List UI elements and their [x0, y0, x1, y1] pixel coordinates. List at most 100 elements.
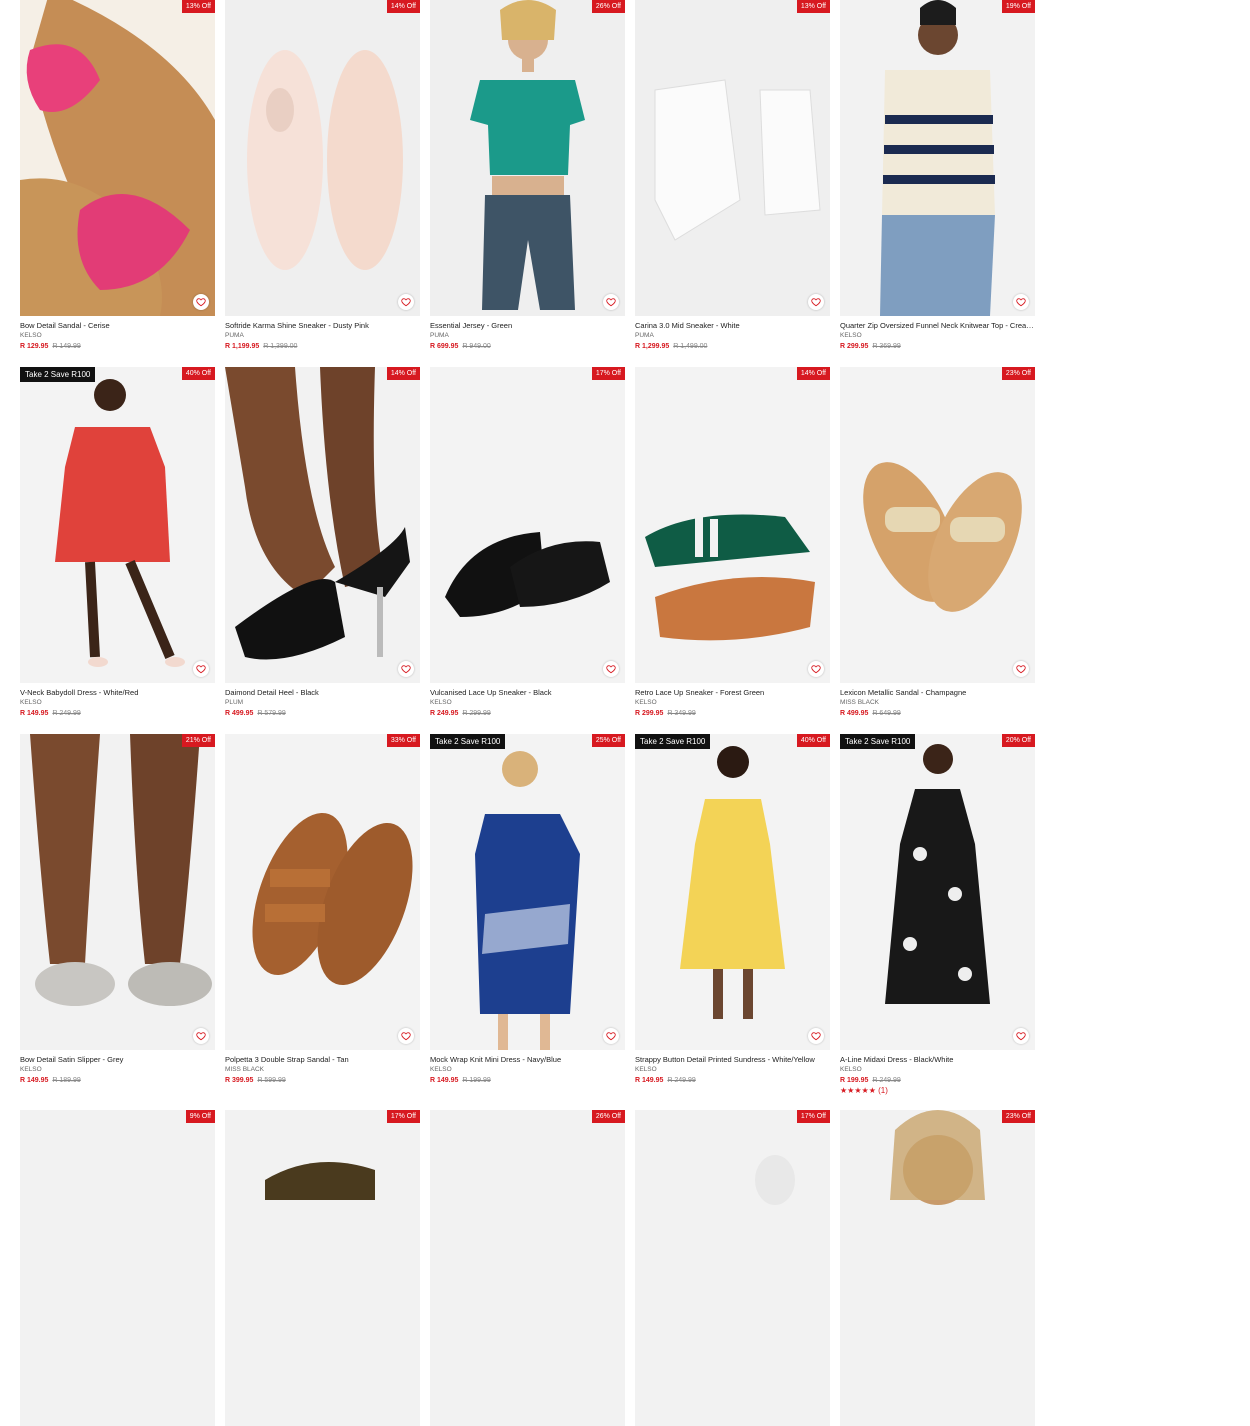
product-image-wrap[interactable]: 33% Off: [225, 734, 420, 1050]
heart-icon[interactable]: [1013, 661, 1029, 677]
product-image[interactable]: [840, 367, 1035, 683]
product-name[interactable]: Daimond Detail Heel - Black: [225, 688, 420, 698]
discount-badge: 17% Off: [796, 1110, 830, 1123]
product-card[interactable]: 17% Off: [225, 1110, 420, 1426]
product-card[interactable]: 14% Off Softride Karma Shine Sneaker - D…: [225, 0, 420, 367]
product-name[interactable]: V-Neck Babydoll Dress - White/Red: [20, 688, 215, 698]
product-info: Essential Jersey - Green PUMA R 699.95 R…: [430, 316, 625, 367]
heart-icon[interactable]: [808, 294, 824, 310]
product-image-wrap[interactable]: Take 2 Save R100 20% Off: [840, 734, 1035, 1050]
product-image-wrap[interactable]: 26% Off: [430, 1110, 625, 1426]
product-image[interactable]: [430, 0, 625, 316]
product-brand: KELSO: [430, 699, 452, 706]
product-image[interactable]: [20, 734, 215, 1050]
heart-icon[interactable]: [1013, 1028, 1029, 1044]
product-image[interactable]: [430, 367, 625, 683]
discount-badge: 25% Off: [591, 734, 625, 747]
product-card[interactable]: 14% Off Retro Lace Up Sneaker - Forest G…: [635, 367, 830, 734]
product-card[interactable]: 13% Off Bow Detail Sandal - Cerise KELSO…: [20, 0, 215, 367]
product-image-wrap[interactable]: 23% Off: [840, 1110, 1035, 1426]
heart-icon[interactable]: [808, 661, 824, 677]
product-name[interactable]: Essential Jersey - Green: [430, 321, 625, 331]
product-card[interactable]: 23% Off Lexicon Metallic Sandal - Champa…: [840, 367, 1035, 734]
product-image[interactable]: [430, 734, 625, 1050]
product-image[interactable]: [225, 734, 420, 1050]
product-image-wrap[interactable]: 23% Off: [840, 367, 1035, 683]
product-image[interactable]: [840, 0, 1035, 316]
product-image[interactable]: [20, 1110, 215, 1426]
product-image-wrap[interactable]: 14% Off: [225, 0, 420, 316]
product-image-wrap[interactable]: Take 2 Save R100 25% Off: [430, 734, 625, 1050]
product-card[interactable]: 14% Off Daimond Detail Heel - Black PLUM…: [225, 367, 420, 734]
product-image[interactable]: [635, 367, 830, 683]
product-image-wrap[interactable]: 26% Off: [430, 0, 625, 316]
product-name[interactable]: Strappy Button Detail Printed Sundress -…: [635, 1055, 830, 1065]
product-card[interactable]: 13% Off Carina 3.0 Mid Sneaker - White P…: [635, 0, 830, 367]
product-image-wrap[interactable]: 17% Off: [225, 1110, 420, 1426]
product-card[interactable]: 21% Off Bow Detail Satin Slipper - Grey …: [20, 734, 215, 1101]
product-image[interactable]: [225, 0, 420, 316]
product-image-wrap[interactable]: 13% Off: [20, 0, 215, 316]
product-name[interactable]: A-Line Midaxi Dress - Black/White: [840, 1055, 1035, 1065]
product-image[interactable]: [225, 367, 420, 683]
review-count[interactable]: (1): [878, 1086, 888, 1095]
heart-icon[interactable]: [193, 661, 209, 677]
heart-icon[interactable]: [603, 1028, 619, 1044]
product-name[interactable]: Retro Lace Up Sneaker - Forest Green: [635, 688, 830, 698]
product-image-wrap[interactable]: Take 2 Save R100 40% Off: [635, 734, 830, 1050]
product-image-wrap[interactable]: 9% Off: [20, 1110, 215, 1426]
heart-icon[interactable]: [398, 294, 414, 310]
product-card[interactable]: 26% Off: [430, 1110, 625, 1426]
heart-icon[interactable]: [603, 294, 619, 310]
product-card[interactable]: Take 2 Save R100 40% Off Strappy Button D…: [635, 734, 830, 1101]
product-name[interactable]: Bow Detail Sandal - Cerise: [20, 321, 215, 331]
product-image[interactable]: [840, 734, 1035, 1050]
product-name[interactable]: Softride Karma Shine Sneaker - Dusty Pin…: [225, 321, 420, 331]
product-card[interactable]: Take 2 Save R100 40% Off V-Neck Babydoll …: [20, 367, 215, 734]
product-name[interactable]: Bow Detail Satin Slipper - Grey: [20, 1055, 215, 1065]
product-image-wrap[interactable]: Take 2 Save R100 40% Off: [20, 367, 215, 683]
product-name[interactable]: Quarter Zip Oversized Funnel Neck Knitwe…: [840, 321, 1035, 331]
product-card[interactable]: 19% Off Quarter Zip Oversized Funnel Nec…: [840, 0, 1035, 367]
product-name[interactable]: Lexicon Metallic Sandal - Champagne: [840, 688, 1035, 698]
heart-icon[interactable]: [398, 661, 414, 677]
product-card[interactable]: 23% Off: [840, 1110, 1035, 1426]
product-image[interactable]: [635, 734, 830, 1050]
original-price: R 249.99: [52, 710, 81, 717]
product-name[interactable]: Polpetta 3 Double Strap Sandal - Tan: [225, 1055, 420, 1065]
product-card[interactable]: 26% Off Essential Jersey - Green PUMA R …: [430, 0, 625, 367]
product-image-wrap[interactable]: 17% Off: [635, 1110, 830, 1426]
product-image-wrap[interactable]: 19% Off: [840, 0, 1035, 316]
product-card[interactable]: Take 2 Save R100 20% Off A-Line Midaxi Dr…: [840, 734, 1035, 1101]
heart-icon[interactable]: [808, 1028, 824, 1044]
product-image-wrap[interactable]: 13% Off: [635, 0, 830, 316]
product-card[interactable]: Take 2 Save R100 25% Off Mock Wrap Knit M…: [430, 734, 625, 1101]
product-image[interactable]: [635, 0, 830, 316]
product-image[interactable]: [20, 0, 215, 316]
product-image-wrap[interactable]: 14% Off: [635, 367, 830, 683]
product-brand: KELSO: [635, 1066, 657, 1073]
product-brand: PLUM: [225, 699, 244, 706]
product-name[interactable]: Vulcanised Lace Up Sneaker - Black: [430, 688, 625, 698]
current-price: R 499.95: [840, 710, 869, 717]
product-card[interactable]: 17% Off Vulcanised Lace Up Sneaker - Bla…: [430, 367, 625, 734]
heart-icon[interactable]: [1013, 294, 1029, 310]
product-card[interactable]: 9% Off: [20, 1110, 215, 1426]
heart-icon[interactable]: [603, 661, 619, 677]
product-card[interactable]: 33% Off Polpetta 3 Double Strap Sandal -…: [225, 734, 420, 1101]
product-image[interactable]: [430, 1110, 625, 1426]
product-image[interactable]: [20, 367, 215, 683]
heart-icon[interactable]: [193, 1028, 209, 1044]
heart-icon[interactable]: [193, 294, 209, 310]
product-image-wrap[interactable]: 21% Off: [20, 734, 215, 1050]
product-image-wrap[interactable]: 14% Off: [225, 367, 420, 683]
product-name[interactable]: Mock Wrap Knit Mini Dress - Navy/Blue: [430, 1055, 625, 1065]
product-image[interactable]: [635, 1110, 830, 1426]
product-card[interactable]: 17% Off: [635, 1110, 830, 1426]
product-price: R 199.95 R 249.99: [840, 1075, 1035, 1086]
product-image-wrap[interactable]: 17% Off: [430, 367, 625, 683]
product-name[interactable]: Carina 3.0 Mid Sneaker - White: [635, 321, 830, 331]
heart-icon[interactable]: [398, 1028, 414, 1044]
product-image[interactable]: [840, 1110, 1035, 1426]
product-image[interactable]: [225, 1110, 420, 1426]
